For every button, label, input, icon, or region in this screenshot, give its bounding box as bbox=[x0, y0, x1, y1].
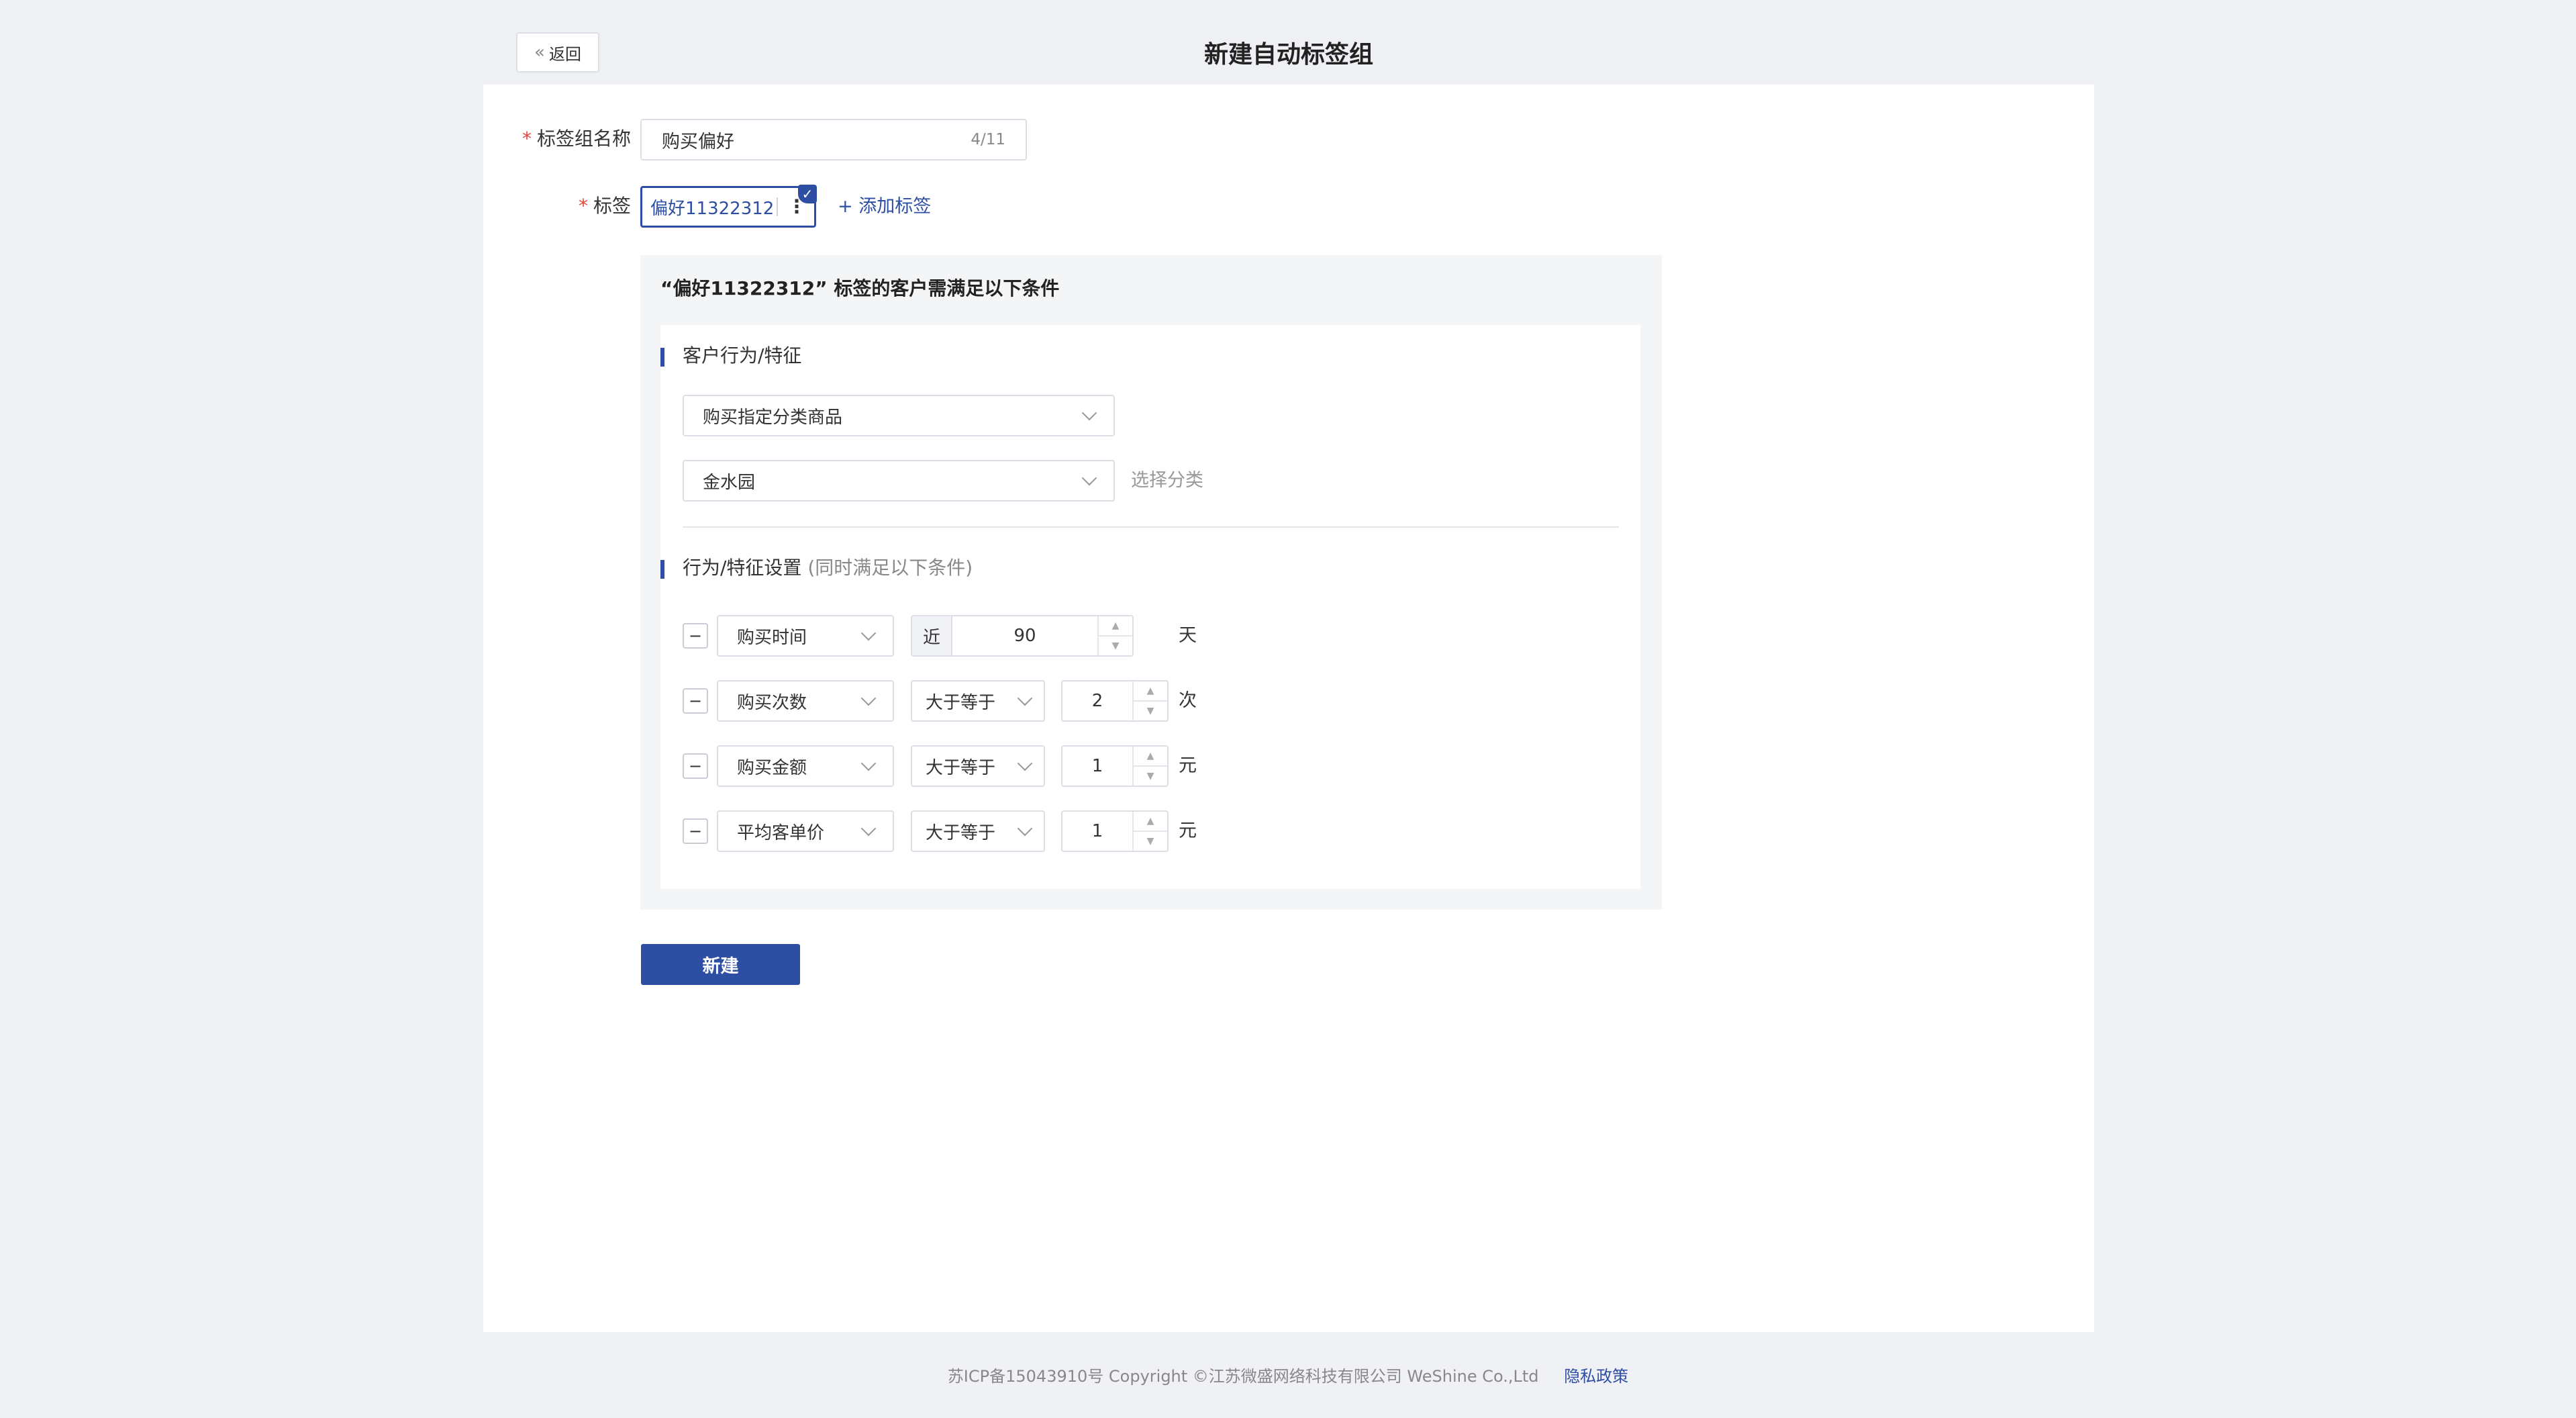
caret-down-icon[interactable]: ▼ bbox=[1134, 767, 1167, 786]
category-select[interactable]: 金水园 bbox=[683, 460, 1115, 502]
privacy-policy-link[interactable]: 隐私政策 bbox=[1564, 1367, 1628, 1386]
remove-condition-button[interactable]: − bbox=[683, 623, 708, 649]
copyright-text: 苏ICP备15043910号 Copyright ©江苏微盛网络科技有限公司 W… bbox=[947, 1367, 1539, 1386]
page-title: 新建自动标签组 bbox=[1203, 40, 1373, 68]
caret-up-icon[interactable]: ▲ bbox=[1134, 681, 1167, 702]
chevron-down-icon bbox=[1017, 820, 1033, 837]
chevron-down-icon bbox=[1081, 405, 1097, 421]
remove-condition-button[interactable]: − bbox=[683, 688, 708, 714]
behavior-select[interactable]: 购买指定分类商品 bbox=[683, 395, 1115, 436]
conditions-inner: 客户行为/特征 购买指定分类商品 金水园 选择分类 行为/特征设置 (同时满足以… bbox=[660, 325, 1640, 889]
remove-condition-button[interactable]: − bbox=[683, 753, 708, 779]
condition-field-select[interactable]: 购买时间 bbox=[717, 615, 894, 657]
unit-label: 次 bbox=[1179, 690, 1197, 711]
add-tag-link[interactable]: + 添加标签 bbox=[838, 186, 931, 228]
chevron-down-icon bbox=[860, 625, 877, 641]
unit-label: 元 bbox=[1179, 755, 1197, 776]
back-label: 返回 bbox=[548, 44, 581, 64]
condition-field-select[interactable]: 平均客单价 bbox=[717, 810, 894, 852]
recent-days-input[interactable]: 近 90 ▲ ▼ bbox=[911, 615, 1134, 657]
operator-select[interactable]: 大于等于 bbox=[911, 680, 1045, 722]
caret-up-icon[interactable]: ▲ bbox=[1099, 616, 1132, 636]
chip-divider bbox=[777, 197, 778, 216]
select-category-link[interactable]: 选择分类 bbox=[1131, 460, 1203, 502]
days-value: 90 bbox=[1013, 626, 1036, 646]
page-header: 新建自动标签组 « 返回 bbox=[483, 19, 2094, 85]
chevron-down-icon bbox=[860, 755, 877, 771]
name-field-label: * 标签组名称 bbox=[522, 128, 631, 150]
tag-group-name-input[interactable]: 购买偏好 4/11 bbox=[640, 119, 1027, 160]
tag-field-label: * 标签 bbox=[578, 195, 631, 217]
operator-select[interactable]: 大于等于 bbox=[911, 810, 1045, 852]
unit-label: 天 bbox=[1179, 625, 1197, 646]
number-spinner[interactable]: ▲ ▼ bbox=[1097, 616, 1132, 655]
check-icon: ✓ bbox=[798, 185, 817, 203]
condition-field-select[interactable]: 购买金额 bbox=[717, 745, 894, 787]
caret-up-icon[interactable]: ▲ bbox=[1134, 747, 1167, 767]
condition-field-select[interactable]: 购买次数 bbox=[717, 680, 894, 722]
chevron-down-icon bbox=[1017, 755, 1033, 771]
count-input[interactable]: 2 ▲ ▼ bbox=[1061, 680, 1169, 722]
number-spinner[interactable]: ▲ ▼ bbox=[1132, 681, 1167, 720]
required-mark: * bbox=[578, 195, 588, 217]
amount-input[interactable]: 1 ▲ ▼ bbox=[1061, 745, 1169, 787]
operator-select[interactable]: 大于等于 bbox=[911, 745, 1045, 787]
create-button[interactable]: 新建 bbox=[641, 944, 800, 985]
behavior-section-heading: 客户行为/特征 bbox=[660, 342, 801, 369]
main-card: 新建自动标签组 « 返回 * 标签组名称 购买偏好 4/11 * 标签 偏好1132… bbox=[483, 19, 2094, 1332]
char-counter: 4/11 bbox=[971, 131, 1005, 148]
caret-down-icon[interactable]: ▼ bbox=[1134, 832, 1167, 851]
unit-label: 元 bbox=[1179, 820, 1197, 841]
conditions-title: “偏好11322312” 标签的客户需满足以下条件 bbox=[660, 277, 1060, 299]
caret-up-icon[interactable]: ▲ bbox=[1134, 812, 1167, 832]
number-spinner[interactable]: ▲ ▼ bbox=[1132, 812, 1167, 851]
name-input-value: 购买偏好 bbox=[662, 131, 734, 152]
number-spinner[interactable]: ▲ ▼ bbox=[1132, 747, 1167, 786]
footer: 苏ICP备15043910号 Copyright ©江苏微盛网络科技有限公司 W… bbox=[0, 1363, 2576, 1386]
settings-section-heading: 行为/特征设置 (同时满足以下条件) bbox=[660, 555, 973, 581]
required-mark: * bbox=[522, 128, 532, 150]
section-divider bbox=[683, 526, 1619, 528]
chevron-down-icon bbox=[1017, 690, 1033, 706]
avg-price-input[interactable]: 1 ▲ ▼ bbox=[1061, 810, 1169, 852]
chevron-down-icon bbox=[860, 690, 877, 706]
remove-condition-button[interactable]: − bbox=[683, 818, 708, 844]
double-chevron-left-icon: « bbox=[534, 42, 545, 62]
caret-down-icon[interactable]: ▼ bbox=[1099, 636, 1132, 655]
chevron-down-icon bbox=[1081, 470, 1097, 486]
back-button[interactable]: « 返回 bbox=[516, 32, 599, 73]
chevron-down-icon bbox=[860, 820, 877, 837]
tag-chip-selected[interactable]: 偏好11322312 ⋮ bbox=[640, 186, 816, 228]
caret-down-icon[interactable]: ▼ bbox=[1134, 702, 1167, 720]
conditions-panel: “偏好11322312” 标签的客户需满足以下条件 客户行为/特征 购买指定分类… bbox=[640, 255, 1662, 910]
tag-chip-label: 偏好11322312 bbox=[650, 198, 775, 219]
prefix-label: 近 bbox=[912, 616, 952, 655]
